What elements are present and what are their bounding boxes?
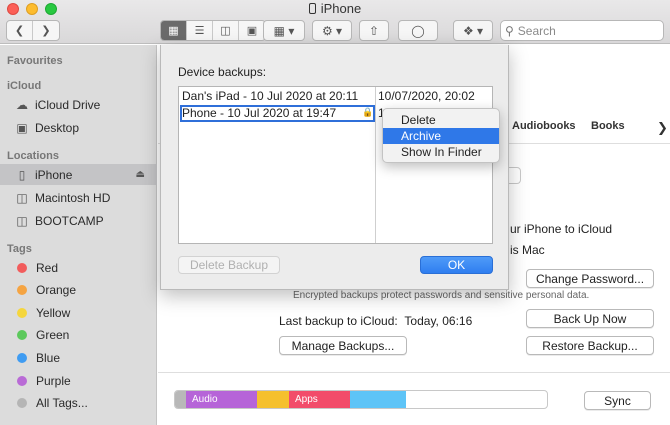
- sidebar: Favourites iCloud ☁ iCloud Drive ▣ Deskt…: [0, 45, 157, 425]
- dropbox-button[interactable]: ❖ ▾: [453, 20, 493, 41]
- tag-label: Green: [36, 328, 70, 343]
- storage-segment: [257, 391, 289, 408]
- sheet-title: Device backups:: [178, 65, 267, 79]
- backup-mac-option-text: is Mac: [510, 243, 545, 257]
- storage-segment: [175, 391, 186, 408]
- change-password-button[interactable]: Change Password...: [526, 269, 654, 288]
- search-icon: ⚲: [505, 23, 514, 38]
- column-view-button[interactable]: ◫: [213, 21, 239, 40]
- backup-icloud-option-text: ur iPhone to iCloud: [510, 222, 613, 236]
- share-button[interactable]: ⇧: [359, 20, 389, 41]
- tag-color-dot-icon: [17, 307, 27, 318]
- tag-color-dot-icon: [17, 330, 27, 341]
- sidebar-header-icloud: iCloud: [7, 80, 42, 92]
- forward-button[interactable]: ❯: [33, 21, 59, 40]
- iphone-icon: ▯: [18, 167, 26, 182]
- storage-segment: Audio: [186, 391, 257, 408]
- backup-date: 10/07/2020, 20:02: [378, 89, 475, 103]
- eject-icon[interactable]: ⏏: [136, 169, 145, 180]
- backup-name: Dan's iPad - 10 Jul 2020 at 20:11: [182, 89, 359, 103]
- sidebar-tag-red[interactable]: Red: [0, 257, 157, 278]
- gallery-view-button[interactable]: ▣: [239, 21, 265, 40]
- popup-button-partial[interactable]: [508, 167, 521, 184]
- sidebar-tag-all-tags[interactable]: All Tags...: [0, 393, 157, 414]
- storage-bar: Audio Apps: [174, 390, 548, 409]
- title-bar: iPhone ❮ ❯ ▦ ☰ ◫ ▣ ▦ ▾ ⚙ ▾ ⇧ ◯ ❖ ▾ ⚲ Sea…: [0, 0, 670, 44]
- group-by-button[interactable]: ▦ ▾: [263, 20, 305, 41]
- iphone-icon: [308, 3, 316, 14]
- sync-button[interactable]: Sync: [584, 391, 651, 410]
- sidebar-tag-orange[interactable]: Orange: [0, 280, 157, 301]
- tag-label: Purple: [36, 373, 71, 388]
- sidebar-item-icloud-drive[interactable]: ☁ iCloud Drive: [0, 94, 157, 115]
- manage-backups-button[interactable]: Manage Backups...: [279, 336, 407, 355]
- list-view-button[interactable]: ☰: [187, 21, 213, 40]
- tag-color-dot-icon: [17, 285, 27, 296]
- hard-drive-icon: ◫: [16, 190, 28, 205]
- sidebar-item-iphone[interactable]: ▯ iPhone ⏏: [0, 164, 157, 185]
- last-backup-label: Last backup to iCloud: Today, 06:16: [279, 314, 473, 328]
- back-forward-buttons: ❮ ❯: [6, 20, 60, 41]
- tag-label: Blue: [36, 350, 61, 365]
- storage-segment: [350, 391, 406, 408]
- tag-label: Yellow: [36, 305, 71, 320]
- tag-color-dot-icon: [17, 262, 27, 273]
- sidebar-tag-blue[interactable]: Blue: [0, 347, 157, 368]
- tag-color-dot-icon: [17, 375, 27, 386]
- sidebar-item-macintosh-hd[interactable]: ◫ Macintosh HD: [0, 187, 157, 208]
- tag-label: All Tags...: [36, 396, 88, 411]
- lock-icon: 🔒: [362, 107, 374, 117]
- sidebar-tag-green[interactable]: Green: [0, 325, 157, 346]
- desktop-icon: ▣: [16, 120, 28, 135]
- sidebar-header-tags: Tags: [7, 243, 32, 255]
- hard-drive-icon: ◫: [16, 213, 28, 228]
- storage-segment: Apps: [289, 391, 350, 408]
- sidebar-item-bootcamp[interactable]: ◫ BOOTCAMP: [0, 210, 157, 231]
- tag-color-dot-icon: [17, 398, 27, 409]
- ok-button[interactable]: OK: [420, 256, 493, 274]
- last-backup-value: Today, 06:16: [404, 314, 473, 328]
- restore-backup-button[interactable]: Restore Backup...: [526, 336, 654, 355]
- menu-item-delete[interactable]: Delete: [383, 112, 499, 128]
- device-backups-sheet: Device backups: Dan's iPad - 10 Jul 2020…: [160, 45, 509, 290]
- context-menu: Delete Archive Show In Finder: [382, 108, 500, 163]
- sidebar-tag-yellow[interactable]: Yellow: [0, 302, 157, 323]
- action-gear-button[interactable]: ⚙ ▾: [312, 20, 352, 41]
- tab-books[interactable]: Books: [591, 120, 625, 132]
- tag-label: Orange: [36, 283, 77, 298]
- table-row[interactable]: Dan's iPad - 10 Jul 2020 at 20:11 10/07/…: [179, 88, 492, 105]
- cloud-icon: ☁: [16, 97, 28, 112]
- tags-button[interactable]: ◯: [398, 20, 438, 41]
- menu-item-archive[interactable]: Archive: [383, 128, 499, 144]
- menu-item-show-in-finder[interactable]: Show In Finder: [383, 144, 499, 160]
- delete-backup-button[interactable]: Delete Backup: [178, 256, 280, 274]
- sidebar-header-locations: Locations: [7, 150, 59, 162]
- tag-label: Red: [36, 260, 59, 275]
- sidebar-header-favourites: Favourites: [7, 55, 63, 67]
- backup-name: Phone - 10 Jul 2020 at 19:47: [182, 106, 337, 120]
- divider: [158, 372, 670, 373]
- tab-audiobooks[interactable]: Audiobooks: [512, 120, 576, 132]
- window-title: iPhone: [0, 1, 670, 16]
- tag-color-dot-icon: [17, 352, 27, 363]
- sidebar-item-desktop[interactable]: ▣ Desktop: [0, 117, 157, 138]
- view-mode-segment: ▦ ☰ ◫ ▣: [160, 20, 266, 41]
- back-up-now-button[interactable]: Back Up Now: [526, 309, 654, 328]
- icon-view-button[interactable]: ▦: [161, 21, 187, 40]
- encrypted-note: Encrypted backups protect passwords and …: [293, 290, 590, 301]
- sidebar-tag-purple[interactable]: Purple: [0, 370, 157, 391]
- chevron-right-icon[interactable]: ❯: [657, 120, 668, 136]
- back-button[interactable]: ❮: [7, 21, 33, 40]
- search-field[interactable]: ⚲ Search: [500, 20, 664, 41]
